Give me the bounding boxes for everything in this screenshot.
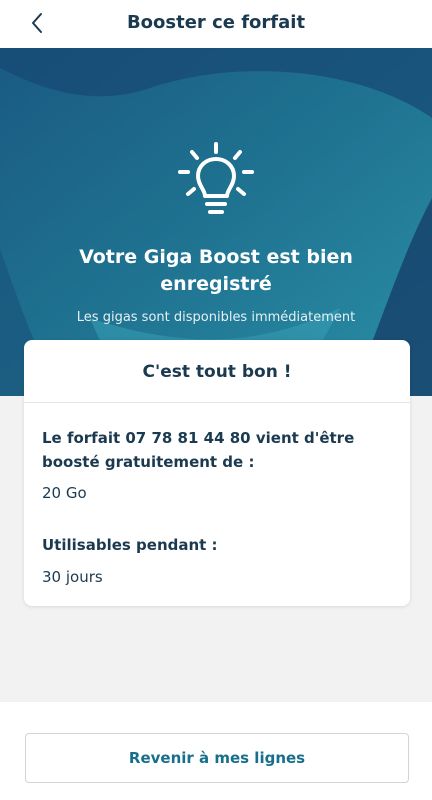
duration-label: Utilisables pendant :: [42, 536, 218, 554]
duration-value: 30 jours: [42, 568, 103, 586]
page-title: Booster ce forfait: [126, 12, 306, 33]
boost-amount-value: 20 Go: [42, 484, 87, 502]
card-divider: [24, 402, 410, 403]
boost-summary-card: C'est tout bon ! Le forfait 07 78 81 44 …: [24, 340, 410, 606]
back-to-lines-button[interactable]: Revenir à mes lignes: [25, 733, 409, 783]
footer-bar: Revenir à mes lignes: [0, 702, 432, 800]
lightbulb-icon: [178, 142, 254, 214]
app-header: Booster ce forfait: [0, 0, 432, 48]
confirmation-title: Votre Giga Boost est bien enregistré: [79, 246, 353, 295]
confirmation-subtitle: Les gigas sont disponibles immédiatement: [76, 310, 356, 325]
card-title: C'est tout bon !: [142, 362, 292, 382]
boost-line-label: Le forfait 07 78 81 44 80 vient d'être b…: [42, 429, 355, 471]
